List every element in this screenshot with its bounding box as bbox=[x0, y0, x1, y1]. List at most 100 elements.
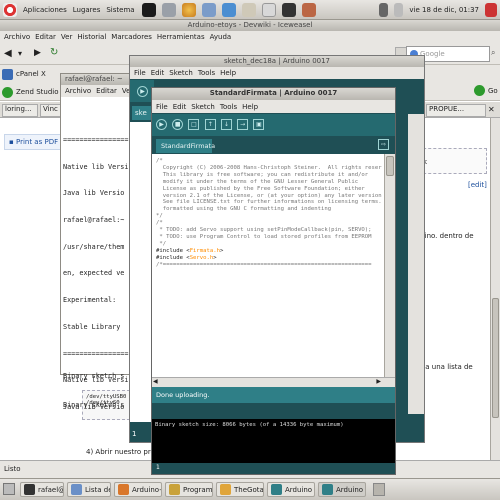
tab-propue[interactable]: PROPUE... bbox=[426, 104, 486, 117]
trash-icon[interactable] bbox=[373, 483, 385, 496]
browser-scroll-thumb[interactable] bbox=[492, 298, 499, 418]
code-line: This library is free software; you can r… bbox=[156, 171, 369, 178]
editor-vertical-scrollbar[interactable] bbox=[384, 154, 395, 377]
terminal-icon bbox=[24, 484, 35, 495]
arduino-tab-row: StandardFirmata ⇨ bbox=[152, 136, 395, 153]
forward-icon[interactable]: ▶ bbox=[34, 48, 41, 58]
arduino-menu-help[interactable]: Help bbox=[242, 103, 258, 111]
tab-loring[interactable]: loring... bbox=[2, 104, 38, 117]
menu-sistema[interactable]: Sistema bbox=[103, 6, 137, 14]
bookmark-cpanel[interactable]: cPanel X bbox=[2, 67, 46, 81]
arduino-menu-sketch[interactable]: Sketch bbox=[191, 103, 215, 111]
line-number: 1 bbox=[156, 464, 160, 471]
taskbar-item[interactable]: Arduino bbox=[267, 482, 315, 497]
browser-menu-ver[interactable]: Ver bbox=[61, 33, 72, 41]
arduino-toolbar: ▶ ■ □ ↑ ↓ → ▣ bbox=[152, 114, 395, 136]
back-icon[interactable]: ◀ bbox=[4, 48, 12, 59]
printer-icon[interactable] bbox=[261, 2, 276, 17]
bookmark-zend[interactable]: Zend Studio bbox=[2, 85, 59, 99]
tab-menu-icon[interactable]: ⇨ bbox=[378, 139, 389, 150]
browser-menu-historial[interactable]: Historial bbox=[77, 33, 106, 41]
scroll-right-icon[interactable]: ▶ bbox=[376, 378, 381, 385]
show-desktop-icon[interactable] bbox=[3, 483, 15, 495]
step-4-text: 4) Abrir nuestro pro bbox=[86, 448, 155, 456]
code-line: License as published by the Free Softwar… bbox=[156, 185, 365, 192]
code-line: */ bbox=[156, 240, 167, 247]
editor-scroll-thumb[interactable] bbox=[386, 156, 394, 176]
sketch-back-tab[interactable]: ske bbox=[132, 106, 152, 120]
arduino-status-bar: Done uploading. bbox=[152, 387, 395, 403]
taskbar-item[interactable]: TheGota... bbox=[216, 482, 264, 497]
search-go-icon[interactable]: ⌕ bbox=[491, 48, 495, 58]
app-icon[interactable] bbox=[301, 2, 316, 17]
serial-monitor-icon[interactable]: ▣ bbox=[253, 119, 265, 130]
browser-menu-herramientas[interactable]: Herramientas bbox=[157, 33, 205, 41]
clock[interactable]: vie 18 de dic, 01:37 bbox=[406, 6, 482, 14]
folder-icon bbox=[220, 484, 231, 495]
browser-title: Arduino-etoys - Devwiki - Iceweasel bbox=[0, 20, 500, 31]
volume-icon[interactable] bbox=[394, 2, 404, 17]
code-line: version 2.1 of the License, or (at your … bbox=[156, 192, 382, 199]
taskbar-items: rafael@r... Lista de ... Arduino-... Progra… bbox=[20, 482, 500, 498]
stop-icon[interactable]: ■ bbox=[172, 119, 184, 130]
code-editor[interactable]: /* Copyright (C) 2006-2008 Hans-Christop… bbox=[152, 154, 384, 377]
upload-icon[interactable]: → bbox=[237, 119, 249, 130]
sketch-back-menu-help[interactable]: Help bbox=[220, 69, 236, 77]
terminal-launcher-icon[interactable] bbox=[161, 2, 176, 17]
terminal-menu-archivo[interactable]: Archivo bbox=[65, 87, 91, 95]
sketch-back-line-number: 1 bbox=[132, 430, 137, 438]
taskbar-item-label: Lista de ... bbox=[85, 485, 110, 494]
tab-close-icon[interactable]: ✕ bbox=[488, 105, 495, 114]
arduino-menu-file[interactable]: File bbox=[156, 103, 168, 111]
system-monitor-icon[interactable] bbox=[141, 2, 156, 17]
taskbar-item[interactable]: Lista de ... bbox=[67, 482, 111, 497]
tab-standardfirmata[interactable]: StandardFirmata bbox=[156, 139, 215, 153]
sketch-back-menu-file[interactable]: File bbox=[134, 69, 146, 77]
taskbar-item[interactable]: Arduino bbox=[318, 482, 366, 497]
battery-icon[interactable] bbox=[379, 2, 389, 17]
edit-link[interactable]: [edit] bbox=[468, 181, 487, 189]
taskbar-item[interactable]: Program... bbox=[165, 482, 213, 497]
menu-lugares[interactable]: Lugares bbox=[70, 6, 104, 14]
browser-scrollbar[interactable] bbox=[490, 118, 500, 468]
save-icon[interactable]: ↓ bbox=[220, 119, 232, 130]
code-line: /*======================================… bbox=[156, 261, 372, 268]
sketch-back-verify-icon[interactable]: ▶ bbox=[137, 86, 148, 97]
sketch-back-scrollbar[interactable] bbox=[408, 114, 424, 414]
reload-icon[interactable]: ↻ bbox=[50, 47, 58, 58]
taskbar-item[interactable]: rafael@r... bbox=[20, 482, 64, 497]
editor-horizontal-scrollbar[interactable]: ◀ ▶ bbox=[152, 377, 395, 387]
arduino-menu-edit[interactable]: Edit bbox=[173, 103, 187, 111]
menu-aplicaciones[interactable]: Aplicaciones bbox=[20, 6, 70, 14]
screen-icon[interactable] bbox=[281, 2, 296, 17]
network-icon[interactable] bbox=[201, 2, 216, 17]
verify-icon[interactable]: ▶ bbox=[156, 119, 167, 130]
browser-menubar: Archivo Editar Ver Historial Marcadores … bbox=[0, 31, 500, 43]
sketch-back-menu-sketch[interactable]: Sketch bbox=[169, 69, 193, 77]
sketch-back-menu-tools[interactable]: Tools bbox=[198, 69, 215, 77]
notes-icon[interactable] bbox=[241, 2, 256, 17]
browser-menu-archivo[interactable]: Archivo bbox=[4, 33, 30, 41]
browser-menu-marcadores[interactable]: Marcadores bbox=[111, 33, 152, 41]
browser-menu-ayuda[interactable]: Ayuda bbox=[210, 33, 232, 41]
scroll-left-icon[interactable]: ◀ bbox=[153, 378, 158, 385]
dropdown-icon[interactable]: ▾ bbox=[18, 49, 22, 58]
arduino-menu-tools[interactable]: Tools bbox=[220, 103, 237, 111]
go-button[interactable]: Go bbox=[474, 85, 498, 96]
taskbar-item-label: rafael@r... bbox=[38, 485, 63, 494]
taskbar-item-label: Arduino bbox=[336, 485, 364, 494]
open-icon[interactable]: ↑ bbox=[204, 119, 216, 130]
new-icon[interactable]: □ bbox=[188, 119, 200, 130]
taskbar-item[interactable]: Arduino-... bbox=[114, 482, 162, 497]
globe-icon[interactable] bbox=[221, 2, 236, 17]
debian-logo-icon[interactable] bbox=[3, 2, 17, 17]
firefox-launcher-icon[interactable] bbox=[181, 2, 196, 17]
print-as-pdf-link[interactable]: ▪ Print as PDF bbox=[4, 134, 66, 150]
browser-menu-editar[interactable]: Editar bbox=[35, 33, 56, 41]
bookmark-cpanel-label: cPanel X bbox=[16, 70, 46, 78]
sketch-back-menubar: File Edit Sketch Tools Help bbox=[130, 67, 424, 79]
power-icon[interactable] bbox=[485, 2, 497, 17]
pencil-icon bbox=[169, 484, 180, 495]
sketch-back-menu-edit[interactable]: Edit bbox=[151, 69, 165, 77]
terminal-menu-editar[interactable]: Editar bbox=[96, 87, 117, 95]
